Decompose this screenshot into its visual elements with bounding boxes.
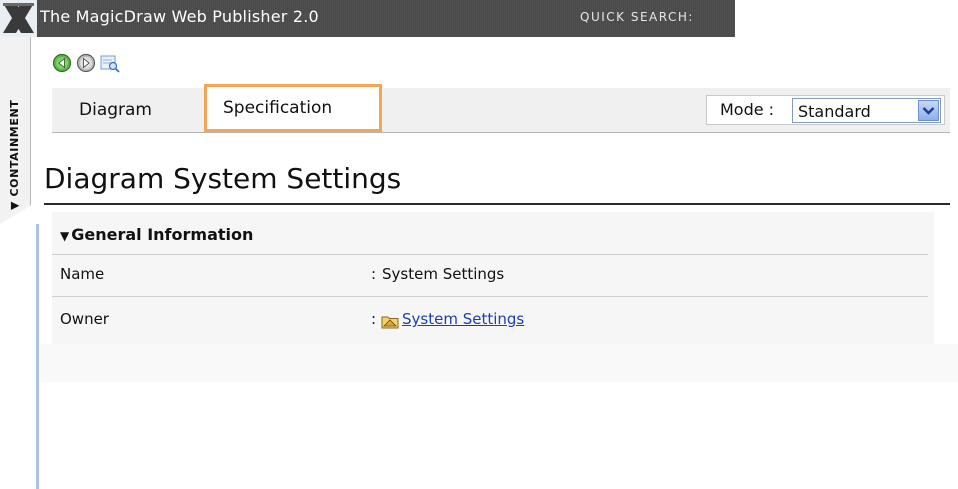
owner-link[interactable]: System Settings — [402, 310, 524, 328]
package-folder-icon — [381, 314, 399, 329]
collapse-triangle-icon[interactable]: ▼ — [60, 229, 69, 243]
row-divider — [52, 296, 928, 297]
app-title: The MagicDraw Web Publisher 2.0 — [40, 7, 319, 26]
name-label: Name — [60, 265, 105, 283]
section-title: General Information — [71, 225, 254, 244]
tab-diagram[interactable]: Diagram — [79, 88, 152, 132]
general-information-panel: ▼ General Information Name : System Setti… — [52, 212, 934, 344]
page-title: Diagram System Settings — [44, 162, 402, 195]
name-colon: : — [371, 265, 377, 283]
back-arrow-icon[interactable] — [52, 53, 72, 73]
tab-specification[interactable]: Specification — [204, 84, 382, 132]
mode-selected-value: Standard — [798, 102, 871, 121]
owner-colon: : — [371, 310, 377, 328]
mode-control: Mode : Standard — [706, 95, 945, 125]
title-bar: The MagicDraw Web Publisher 2.0 QUICK SE… — [0, 0, 958, 37]
mode-label: Mode : — [720, 100, 775, 119]
content-area — [40, 344, 958, 382]
section-header-general-information[interactable]: ▼ General Information — [60, 225, 253, 244]
tab-bar: Diagram Specification Mode : Standard — [52, 84, 950, 133]
left-divider — [36, 224, 39, 489]
name-value: System Settings — [382, 265, 505, 283]
zoom-icon[interactable] — [100, 53, 120, 73]
nav-toolbar — [52, 52, 120, 74]
forward-arrow-icon[interactable] — [76, 53, 96, 73]
containment-label[interactable]: ▼ CONTAINMENT — [8, 100, 21, 210]
quick-search-label: QUICK SEARCH: — [580, 10, 694, 24]
row-divider — [52, 254, 928, 255]
title-divider — [44, 203, 950, 205]
mode-select[interactable]: Standard — [792, 98, 941, 123]
chevron-down-icon[interactable] — [918, 100, 939, 121]
owner-label: Owner — [60, 310, 109, 328]
collapse-panel-icon[interactable] — [0, 0, 37, 37]
quick-search-input[interactable] — [735, 0, 958, 37]
